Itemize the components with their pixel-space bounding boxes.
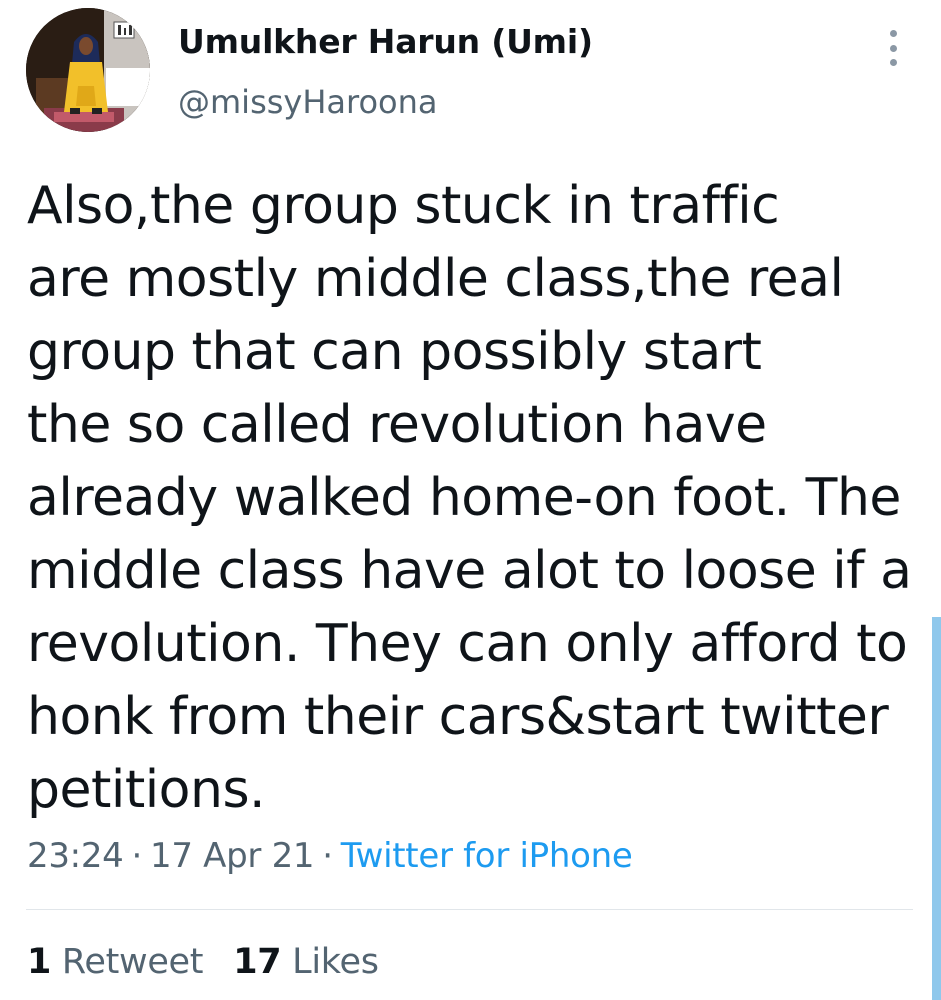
likes-label: Likes bbox=[292, 942, 379, 982]
tweet-text-line: revolution. They can only afford to bbox=[27, 614, 908, 674]
more-options-button[interactable] bbox=[878, 26, 908, 70]
tweet-text-line: Also,the group stuck in traffic bbox=[27, 176, 780, 236]
scrollbar-thumb[interactable] bbox=[932, 617, 941, 1000]
more-options-icon bbox=[889, 30, 897, 37]
tweet-meta: 23:24 · 17 Apr 21 · Twitter for iPhone bbox=[27, 836, 633, 876]
tweet-stats: 1 Retweet 17 Likes bbox=[27, 942, 379, 982]
tweet-text-line: middle class have alot to loose if a bbox=[27, 541, 912, 601]
tweet-text: Also,the group stuck in traffic are most… bbox=[27, 170, 912, 827]
avatar[interactable] bbox=[26, 8, 150, 132]
user-handle[interactable]: @missyHaroona bbox=[178, 83, 438, 121]
tweet-text-line: the so called revolution have bbox=[27, 395, 767, 455]
meta-separator: · bbox=[322, 836, 333, 876]
likes-count: 17 bbox=[233, 942, 282, 982]
retweets-label: Retweet bbox=[61, 942, 204, 982]
retweets-stat[interactable]: 1 Retweet bbox=[27, 942, 204, 982]
likes-stat[interactable]: 17 Likes bbox=[233, 942, 379, 982]
meta-separator: · bbox=[131, 836, 142, 876]
tweet-detail-view: Umulkher Harun (Umi) @missyHaroona Also,… bbox=[0, 0, 941, 1000]
tweet-text-line: group that can possibly start bbox=[27, 322, 762, 382]
tweet-source-link[interactable]: Twitter for iPhone bbox=[341, 836, 633, 876]
divider bbox=[26, 909, 913, 910]
display-name[interactable]: Umulkher Harun (Umi) bbox=[178, 22, 593, 61]
tweet-text-line: are mostly middle class,the real bbox=[27, 249, 844, 309]
tweet-date[interactable]: 17 Apr 21 bbox=[150, 836, 315, 876]
profile-photo-icon bbox=[26, 8, 150, 132]
tweet-text-line: petitions. bbox=[27, 760, 266, 820]
retweets-count: 1 bbox=[27, 942, 52, 982]
tweet-time[interactable]: 23:24 bbox=[27, 836, 124, 876]
tweet-text-line: honk from their cars&start twitter bbox=[27, 687, 889, 747]
tweet-text-line: already walked home-on foot. The bbox=[27, 468, 901, 528]
